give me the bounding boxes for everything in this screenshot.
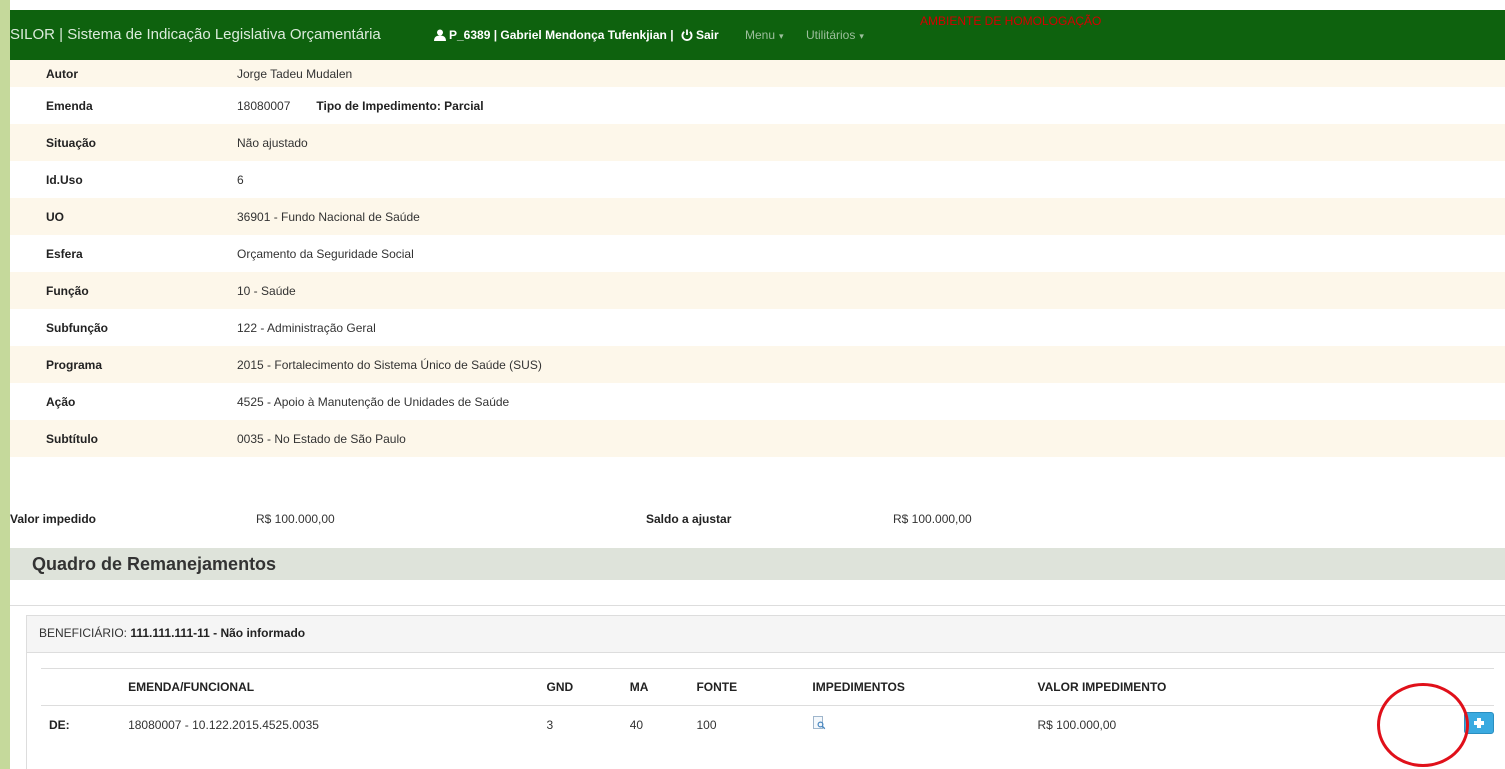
caret-down-icon: ▾ (779, 31, 784, 41)
detail-value: 6 (237, 161, 1505, 198)
beneficiary-heading: BENEFICIÁRIO: 111.111.111-11 - Não infor… (39, 626, 305, 640)
row-impedimentos (812, 706, 1037, 744)
column-header-fonte: FONTE (696, 668, 813, 706)
detail-label: Id.Uso (10, 161, 237, 198)
detail-row-subtitulo: Subtítulo 0035 - No Estado de São Paulo (10, 420, 1505, 457)
beneficiary-panel: BENEFICIÁRIO: 111.111.111-11 - Não infor… (26, 615, 1505, 769)
detail-label: Emenda (10, 87, 237, 124)
detail-label: Programa (10, 346, 237, 383)
detail-row-autor: Autor Jorge Tadeu Mudalen (10, 60, 1505, 87)
details-table: Autor Jorge Tadeu Mudalen Emenda 1808000… (10, 60, 1505, 457)
remanejamentos-table: EMENDA/FUNCIONAL GND MA FONTE IMPEDIMENT… (41, 668, 1494, 743)
detail-value: 2015 - Fortalecimento do Sistema Único d… (237, 346, 1505, 383)
detail-value: 122 - Administração Geral (237, 309, 1505, 346)
detail-label: Subtítulo (10, 420, 237, 457)
detail-value: 10 - Saúde (237, 272, 1505, 309)
column-header-gnd: GND (546, 668, 630, 706)
column-header-valor: VALOR IMPEDIMENTO (1037, 668, 1324, 706)
document-search-icon[interactable] (812, 716, 826, 733)
detail-row-emenda: Emenda 18080007 Tipo de Impedimento: Parc… (10, 87, 1505, 124)
row-ma: 40 (629, 717, 644, 732)
user-link[interactable]: P_6389 | Gabriel Mendonça Tufenkjian | (434, 10, 674, 60)
detail-row-situacao: Situação Não ajustado (10, 124, 1505, 161)
row-valor: R$ 100.000,00 (1037, 717, 1117, 732)
values-summary: Valor impedido R$ 100.000,00 Saldo a aju… (10, 512, 1505, 530)
table-row: DE: 18080007 - 10.122.2015.4525.0035 3 4… (41, 706, 1494, 744)
detail-value: Jorge Tadeu Mudalen (237, 60, 1505, 87)
page: SILOR | Sistema de Indicação Legislativa… (10, 0, 1505, 769)
table-header-row: EMENDA/FUNCIONAL GND MA FONTE IMPEDIMENT… (41, 668, 1494, 706)
detail-value: 36901 - Fundo Nacional de Saúde (237, 198, 1505, 235)
detail-row-uo: UO 36901 - Fundo Nacional de Saúde (10, 198, 1505, 235)
column-header-de (41, 668, 129, 706)
detail-label: Esfera (10, 235, 237, 272)
highlight-annotation (1377, 683, 1469, 767)
detail-label: Subfunção (10, 309, 237, 346)
utilities-dropdown[interactable]: Utilitários ▾ (806, 10, 864, 60)
menu-dropdown[interactable]: Menu ▾ (745, 10, 784, 60)
column-header-impedimentos: IMPEDIMENTOS (812, 668, 1038, 706)
detail-row-subfuncao: Subfunção 122 - Administração Geral (10, 309, 1505, 346)
section-header: Quadro de Remanejamentos (10, 548, 1505, 580)
detail-label: UO (10, 198, 237, 235)
divider (10, 605, 1505, 606)
navbar: SILOR | Sistema de Indicação Legislativa… (10, 10, 1505, 60)
detail-label: Ação (10, 383, 237, 420)
panel-heading: BENEFICIÁRIO: 111.111.111-11 - Não infor… (27, 616, 1505, 653)
row-emenda: 18080007 - 10.122.2015.4525.0035 (128, 717, 319, 732)
beneficiary-prefix: BENEFICIÁRIO: (39, 626, 128, 640)
detail-value: 4525 - Apoio à Manutenção de Unidades de… (237, 383, 1505, 420)
utilities-label: Utilitários (806, 28, 856, 42)
beneficiary-value: 111.111.111-11 - Não informado (130, 626, 306, 640)
row-de-label: DE: (49, 717, 70, 732)
detail-value: Não ajustado (237, 124, 1505, 161)
emenda-number: 18080007 (237, 98, 291, 113)
row-gnd: 3 (546, 717, 554, 732)
column-header-emenda: EMENDA/FUNCIONAL (128, 668, 547, 706)
row-fonte: 100 (696, 717, 717, 732)
detail-row-esfera: Esfera Orçamento da Seguridade Social (10, 235, 1505, 272)
valor-impedido-label: Valor impedido (10, 512, 97, 526)
brand-title[interactable]: SILOR | Sistema de Indicação Legislativa… (10, 10, 381, 60)
saldo-ajustar-value: R$ 100.000,00 (893, 512, 972, 526)
detail-row-funcao: Função 10 - Saúde (10, 272, 1505, 309)
detail-value: 18080007 Tipo de Impedimento: Parcial (237, 87, 1505, 124)
detail-label: Autor (10, 60, 237, 87)
power-icon (681, 29, 693, 41)
detail-value: 0035 - No Estado de São Paulo (237, 420, 1505, 457)
menu-label: Menu (745, 28, 776, 42)
saldo-ajustar-label: Saldo a ajustar (646, 512, 732, 526)
environment-warning: AMBIENTE DE HOMOLOGAÇÃO (920, 14, 1102, 28)
section-title: Quadro de Remanejamentos (32, 554, 277, 574)
logout-label: Sair (696, 28, 719, 42)
user-icon (434, 29, 446, 41)
detail-label: Situação (10, 124, 237, 161)
detail-row-acao: Ação 4525 - Apoio à Manutenção de Unidad… (10, 383, 1505, 420)
detail-label: Função (10, 272, 237, 309)
caret-down-icon: ▾ (859, 31, 864, 41)
detail-row-programa: Programa 2015 - Fortalecimento do Sistem… (10, 346, 1505, 383)
column-header-ma: MA (629, 668, 697, 706)
valor-impedido-value: R$ 100.000,00 (256, 512, 335, 526)
user-name: P_6389 | Gabriel Mendonça Tufenkjian | (449, 28, 674, 42)
logout-link[interactable]: Sair (681, 10, 719, 60)
detail-row-iduso: Id.Uso 6 (10, 161, 1505, 198)
detail-value: Orçamento da Seguridade Social (237, 235, 1505, 272)
impediment-type: Tipo de Impedimento: Parcial (316, 98, 484, 113)
